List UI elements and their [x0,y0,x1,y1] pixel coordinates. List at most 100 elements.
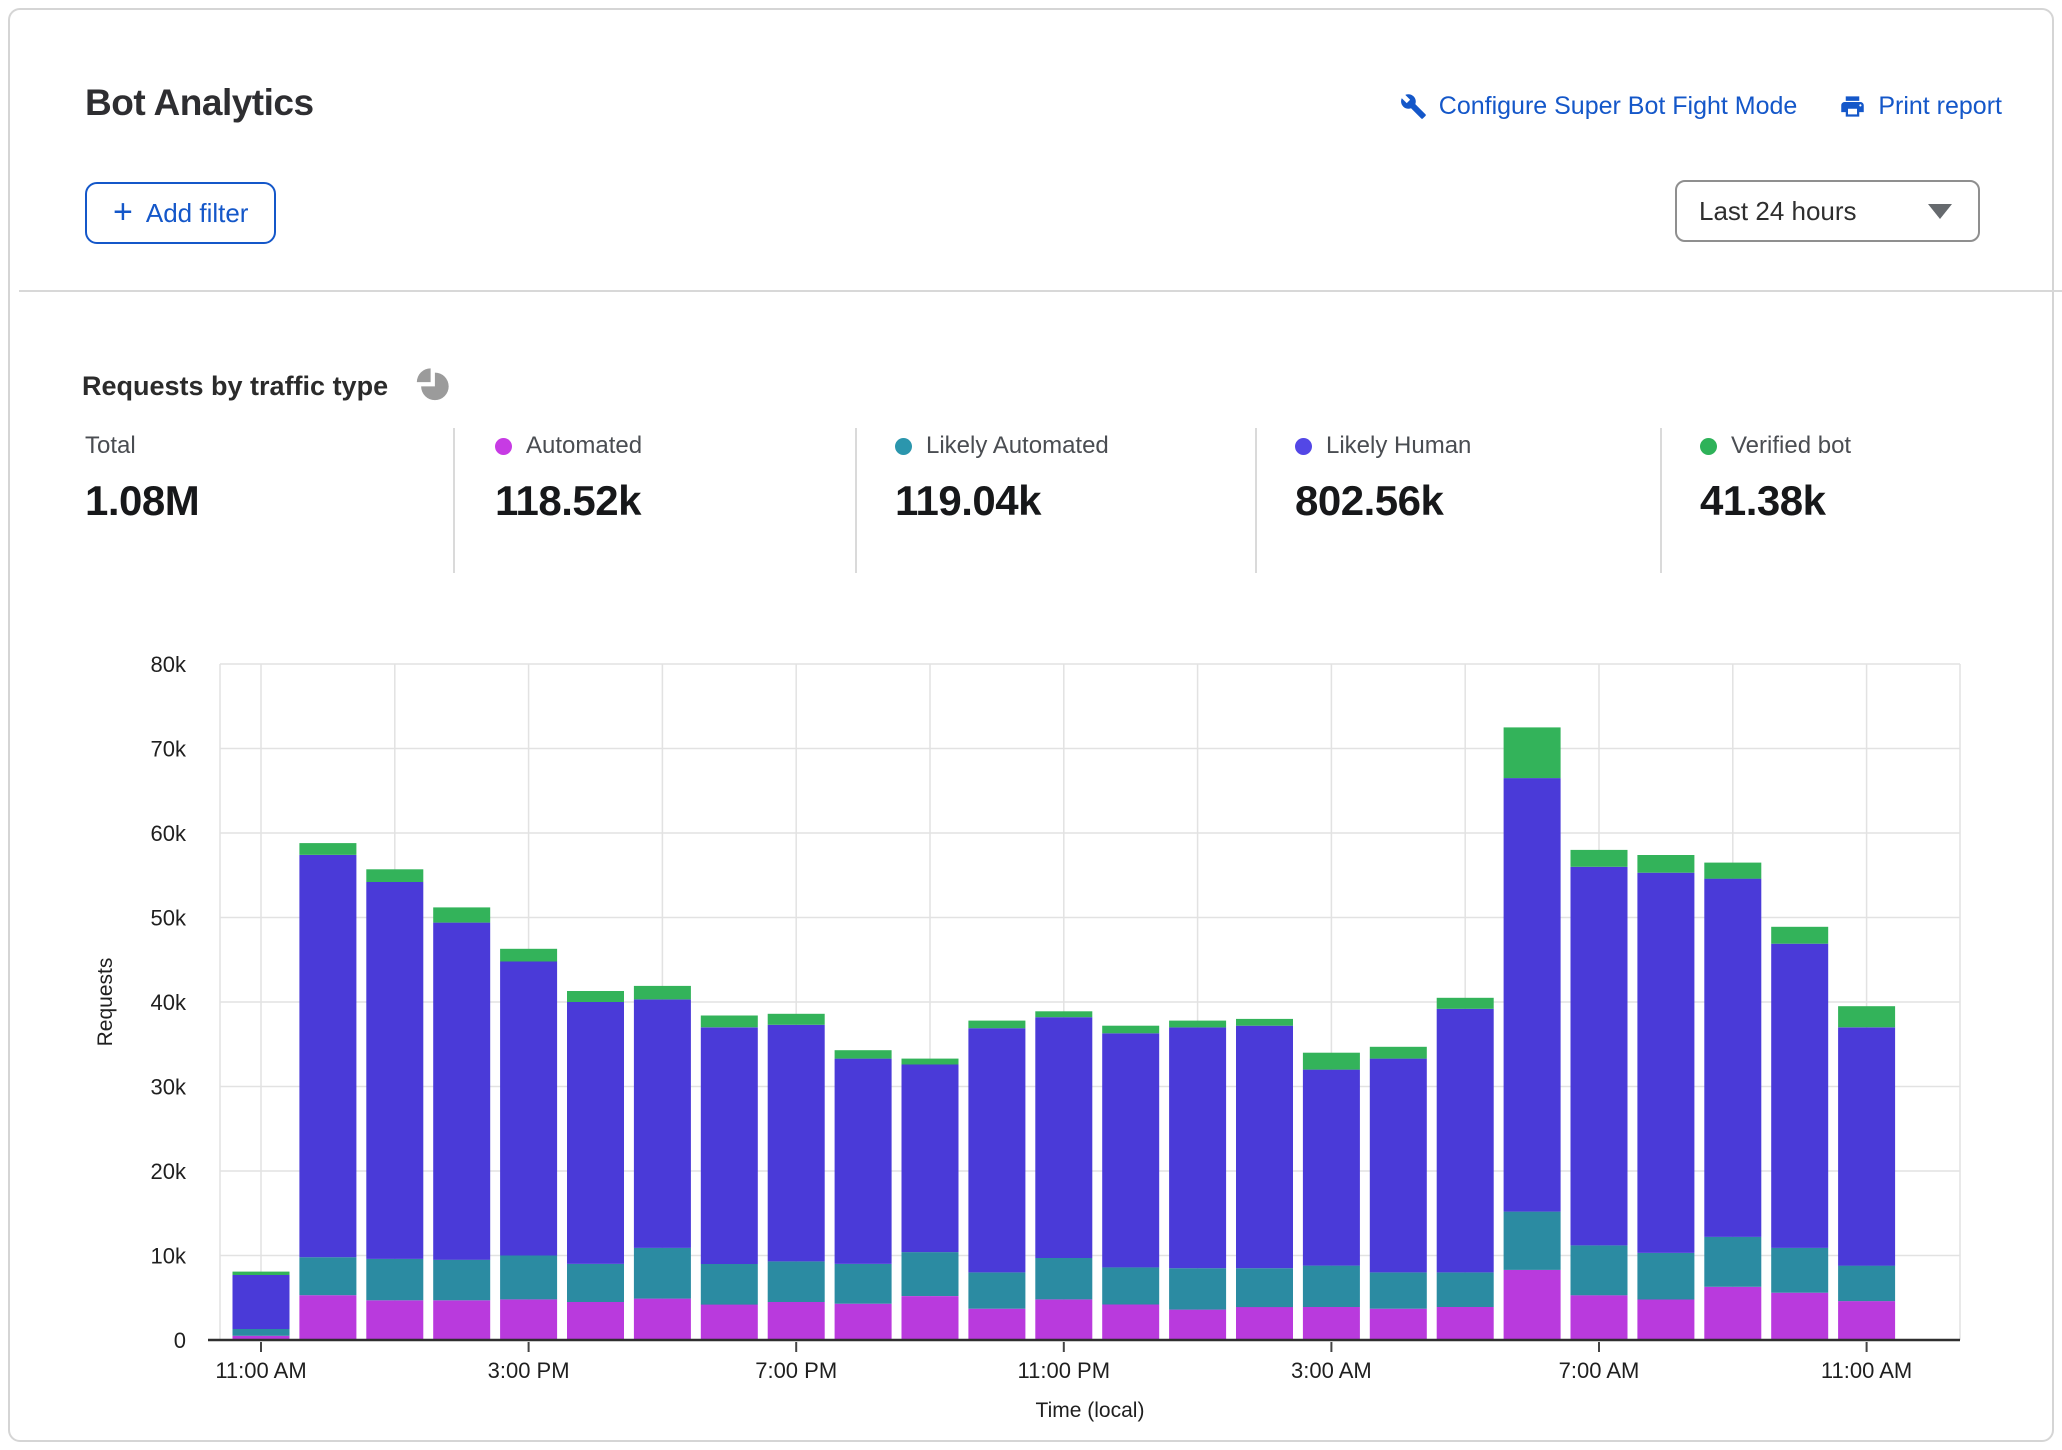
bar-segment-likely-human [233,1275,290,1329]
configure-super-bot-fight-mode-link[interactable]: Configure Super Bot Fight Mode [1400,92,1798,121]
bar-segment-likely-human [299,855,356,1257]
bar-segment-likely-automated [1035,1258,1092,1299]
wrench-icon [1400,93,1427,120]
bar-segment-likely-automated [1571,1245,1628,1295]
bar-segment-verified-bot [1370,1047,1427,1059]
y-axis-tick-label: 50k [151,906,187,931]
print-link-label: Print report [1878,92,2002,121]
print-report-link[interactable]: Print report [1839,92,2002,121]
chart-section-header: Requests by traffic type [82,365,452,408]
time-range-select[interactable]: Last 24 hours [1675,180,1980,242]
stat-automated-value: 118.52k [495,477,642,525]
x-axis-title: Time (local) [1036,1399,1145,1422]
bar-segment-likely-automated [1504,1212,1561,1270]
bar-segment-likely-human [1504,778,1561,1212]
bar-segment-likely-automated [1771,1248,1828,1293]
bar-segment-verified-bot [768,1014,825,1025]
stat-likely-human[interactable]: Likely Human 802.56k [1295,431,1471,525]
time-range-value: Last 24 hours [1699,196,1857,227]
bar-segment-likely-human [1571,867,1628,1246]
bar-segment-likely-human [1035,1017,1092,1258]
bar-segment-automated [1169,1310,1226,1340]
bar-segment-likely-automated [1637,1253,1694,1300]
bar-segment-likely-automated [1169,1268,1226,1309]
y-axis-tick-label: 0 [174,1328,186,1353]
stat-likely-automated[interactable]: Likely Automated 119.04k [895,431,1109,525]
stat-total: Total 1.08M [85,431,199,525]
bar-segment-likely-human [366,882,423,1259]
chart-section-title: Requests by traffic type [82,371,388,402]
y-axis-tick-label: 60k [151,821,187,846]
bar-segment-likely-human [968,1028,1025,1272]
stat-divider [1660,428,1662,573]
bar-segment-likely-automated [433,1260,490,1301]
bar-segment-likely-human [1370,1059,1427,1273]
bar-segment-automated [1303,1307,1360,1340]
bar-segment-likely-human [1437,1009,1494,1273]
bar-segment-likely-automated [567,1264,624,1302]
x-axis-tick-label: 3:00 PM [488,1358,570,1383]
bar-segment-verified-bot [567,991,624,1002]
bar-segment-verified-bot [1035,1011,1092,1017]
stat-total-label: Total [85,432,136,460]
bar-segment-likely-human [1169,1027,1226,1268]
bar-segment-likely-human [567,1002,624,1264]
y-axis-tick-label: 10k [151,1244,187,1269]
bar-segment-automated [768,1302,825,1340]
stat-verified-bot-label: Verified bot [1731,432,1851,460]
stat-total-value: 1.08M [85,477,199,525]
automated-legend-dot [495,438,512,455]
bar-segment-automated [701,1305,758,1341]
bar-segment-verified-bot [433,907,490,922]
bar-segment-likely-automated [902,1252,959,1296]
bar-segment-likely-automated [1102,1267,1159,1304]
bar-segment-likely-automated [1704,1237,1761,1287]
bar-segment-automated [835,1304,892,1340]
add-filter-button[interactable]: + Add filter [85,182,276,244]
bar-segment-automated [1771,1293,1828,1340]
stat-automated-label: Automated [526,432,642,460]
bar-segment-automated [567,1302,624,1340]
chevron-down-icon [1928,204,1952,219]
bar-segment-verified-bot [1504,727,1561,778]
bar-segment-verified-bot [835,1050,892,1058]
likely-automated-legend-dot [895,438,912,455]
bar-segment-verified-bot [1236,1019,1293,1026]
stat-divider [1255,428,1257,573]
header-divider [19,290,2062,292]
stat-likely-automated-label: Likely Automated [926,432,1109,460]
bar-segment-automated [1571,1295,1628,1340]
bar-segment-likely-human [500,961,557,1255]
bar-segment-likely-automated [1437,1272,1494,1307]
y-axis-tick-label: 40k [151,990,187,1015]
likely-human-legend-dot [1295,438,1312,455]
bar-segment-verified-bot [1169,1021,1226,1028]
bar-segment-automated [1102,1305,1159,1341]
bar-segment-likely-automated [701,1264,758,1305]
stat-likely-human-label: Likely Human [1326,432,1471,460]
bar-segment-automated [1035,1299,1092,1340]
bar-segment-automated [366,1300,423,1340]
bar-segment-automated [968,1309,1025,1340]
printer-icon [1839,93,1866,120]
bar-segment-verified-bot [500,949,557,962]
bar-segment-automated [500,1299,557,1340]
pie-chart-icon [414,365,452,408]
bar-segment-likely-human [1637,873,1694,1253]
bar-segment-likely-automated [366,1259,423,1300]
bar-segment-likely-automated [1303,1266,1360,1307]
bar-segment-verified-bot [1771,927,1828,944]
page-title: Bot Analytics [85,82,314,124]
stat-divider [453,428,455,573]
add-filter-label: Add filter [146,198,249,229]
x-axis-tick-label: 7:00 AM [1559,1358,1640,1383]
stat-verified-bot[interactable]: Verified bot 41.38k [1700,431,1851,525]
plus-icon: + [113,195,133,229]
bar-segment-likely-human [1838,1027,1895,1265]
stat-automated[interactable]: Automated 118.52k [495,431,642,525]
bar-segment-likely-automated [768,1261,825,1302]
bar-segment-verified-bot [968,1021,1025,1029]
bar-segment-likely-human [1704,879,1761,1237]
header-actions: Configure Super Bot Fight Mode Print rep… [1400,92,2002,121]
x-axis-tick-label: 7:00 PM [755,1358,837,1383]
